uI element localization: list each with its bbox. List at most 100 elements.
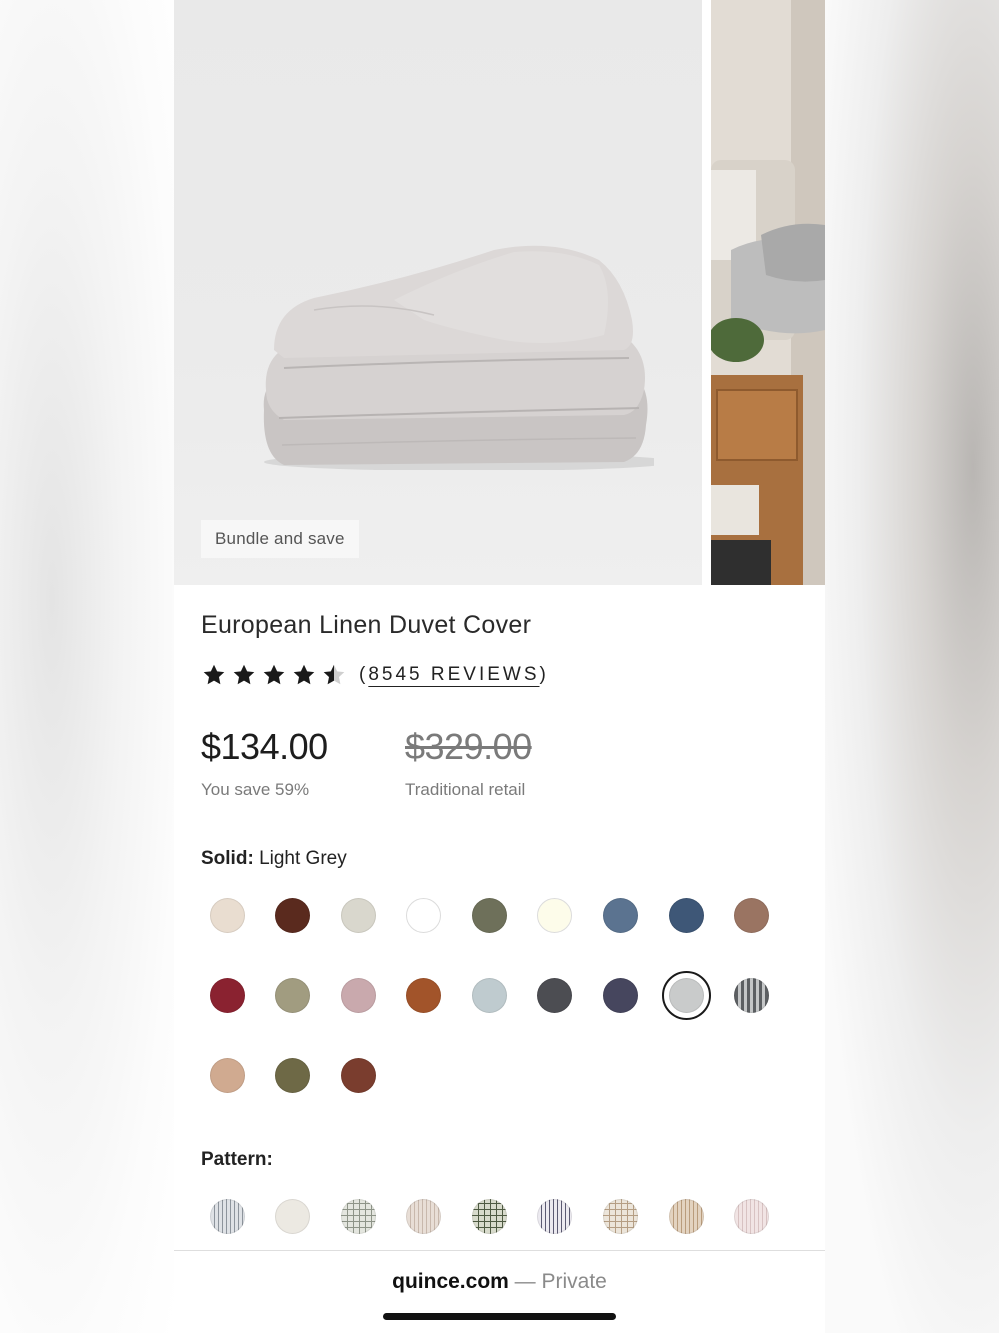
star-full-icon — [293, 664, 315, 685]
color-swatch[interactable] — [537, 897, 573, 933]
color-swatch[interactable] — [471, 897, 507, 933]
pattern-swatch-cell[interactable] — [332, 1198, 384, 1234]
solid-swatch-grid — [201, 897, 801, 1093]
pattern-swatch[interactable] — [340, 1198, 376, 1234]
pattern-swatch-cell[interactable] — [595, 1198, 647, 1234]
background-blur-left — [0, 0, 174, 1333]
color-swatch[interactable] — [734, 977, 770, 1013]
browser-address-bar[interactable]: quince.com — Private — [174, 1250, 825, 1333]
solid-swatch-cell[interactable] — [332, 897, 384, 933]
star-full-icon — [263, 664, 285, 685]
pattern-swatch[interactable] — [603, 1198, 639, 1234]
pattern-swatch-cell[interactable] — [529, 1198, 581, 1234]
solid-swatch-cell[interactable] — [201, 977, 253, 1013]
color-swatch[interactable] — [340, 977, 376, 1013]
solid-swatch-cell[interactable] — [595, 977, 647, 1013]
product-info: European Linen Duvet Cover (8545 REVIEWS… — [201, 605, 801, 1234]
color-swatch[interactable] — [275, 897, 311, 933]
star-half-icon — [323, 664, 345, 685]
url-separator: — — [508, 1270, 542, 1293]
solid-swatch-cell[interactable] — [726, 897, 778, 933]
reviews-count: 8545 REVIEWS — [368, 664, 540, 685]
star-full-icon — [203, 664, 225, 685]
current-price: $134.00 — [201, 726, 328, 767]
background-blur-right — [825, 0, 999, 1333]
pattern-swatch-cell[interactable] — [660, 1198, 712, 1234]
product-image-secondary[interactable] — [711, 0, 825, 585]
bundle-and-save-badge: Bundle and save — [201, 520, 359, 558]
solid-swatch-cell[interactable] — [398, 897, 450, 933]
color-swatch[interactable] — [603, 977, 639, 1013]
solid-swatch-cell[interactable] — [267, 897, 319, 933]
color-swatch-selected[interactable] — [661, 970, 711, 1020]
solid-swatch-cell[interactable] — [332, 977, 384, 1013]
solid-swatch-cell[interactable] — [267, 1057, 319, 1093]
url-display[interactable]: quince.com — Private — [174, 1270, 825, 1294]
color-swatch[interactable] — [734, 897, 770, 933]
solid-swatch-cell[interactable] — [660, 970, 712, 1020]
phone-screen: Bundle and save European Linen Duvet Cov… — [174, 0, 825, 1333]
reviews-close-paren: ) — [539, 664, 549, 685]
pattern-swatch[interactable] — [209, 1198, 245, 1234]
pattern-swatch[interactable] — [406, 1198, 442, 1234]
color-swatch[interactable] — [340, 897, 376, 933]
price-row: $134.00 You save 59% $329.00 Traditional… — [201, 726, 801, 800]
color-swatch[interactable] — [537, 977, 573, 1013]
product-title: European Linen Duvet Cover — [201, 611, 532, 639]
original-price-block: $329.00 Traditional retail — [405, 726, 609, 800]
pattern-swatch-cell[interactable] — [201, 1198, 253, 1234]
pattern-label: Pattern: — [201, 1149, 273, 1170]
color-swatch[interactable] — [340, 1057, 376, 1093]
color-swatch[interactable] — [471, 977, 507, 1013]
pattern-swatch-cell[interactable] — [398, 1198, 450, 1234]
duvet-image — [263, 245, 654, 470]
color-swatch[interactable] — [275, 977, 311, 1013]
pattern-swatch[interactable] — [471, 1198, 507, 1234]
selected-color-name: Light Grey — [259, 848, 347, 869]
solid-swatch-cell[interactable] — [398, 977, 450, 1013]
current-price-block: $134.00 You save 59% — [201, 726, 405, 800]
solid-swatch-cell[interactable] — [332, 1057, 384, 1093]
solid-swatch-cell[interactable] — [201, 1057, 253, 1093]
solid-swatch-cell[interactable] — [267, 977, 319, 1013]
solid-swatch-cell[interactable] — [726, 977, 778, 1013]
solid-swatch-cell[interactable] — [595, 897, 647, 933]
savings-text: You save 59% — [201, 780, 310, 799]
color-swatch[interactable] — [603, 897, 639, 933]
solid-swatch-cell[interactable] — [463, 897, 515, 933]
color-swatch[interactable] — [668, 897, 704, 933]
home-indicator[interactable] — [383, 1313, 616, 1320]
color-swatch[interactable] — [406, 977, 442, 1013]
bedroom-scene-image — [711, 0, 825, 585]
star-rating — [201, 662, 347, 688]
reviews-open-paren: ( — [359, 664, 369, 685]
pattern-swatch-cell[interactable] — [267, 1198, 319, 1234]
solid-swatch-cell[interactable] — [660, 897, 712, 933]
solid-color-label: Solid: Light Grey — [201, 848, 801, 870]
color-swatch[interactable] — [209, 977, 245, 1013]
reviews-link[interactable]: (8545 REVIEWS) — [359, 664, 549, 686]
solid-label: Solid: — [201, 848, 254, 869]
original-price: $329.00 — [405, 726, 532, 767]
solid-swatch-cell[interactable] — [529, 897, 581, 933]
pattern-swatch-grid — [201, 1198, 801, 1234]
pattern-swatch[interactable] — [537, 1198, 573, 1234]
color-swatch[interactable] — [209, 897, 245, 933]
pattern-swatch-cell[interactable] — [726, 1198, 778, 1234]
star-full-icon — [233, 664, 255, 685]
solid-swatch-cell[interactable] — [529, 977, 581, 1013]
solid-swatch-cell[interactable] — [463, 977, 515, 1013]
url-domain: quince.com — [392, 1270, 509, 1293]
pattern-swatch-cell[interactable] — [463, 1198, 515, 1234]
color-swatch[interactable] — [406, 897, 442, 933]
rating-row[interactable]: (8545 REVIEWS) — [201, 660, 801, 690]
pattern-section-label: Pattern: — [201, 1149, 801, 1171]
color-swatch[interactable] — [209, 1057, 245, 1093]
pattern-swatch[interactable] — [275, 1198, 311, 1234]
private-mode-label: Private — [541, 1270, 607, 1293]
color-swatch[interactable] — [275, 1057, 311, 1093]
product-image-main[interactable]: Bundle and save — [174, 0, 702, 585]
pattern-swatch[interactable] — [668, 1198, 704, 1234]
solid-swatch-cell[interactable] — [201, 897, 253, 933]
pattern-swatch[interactable] — [734, 1198, 770, 1234]
